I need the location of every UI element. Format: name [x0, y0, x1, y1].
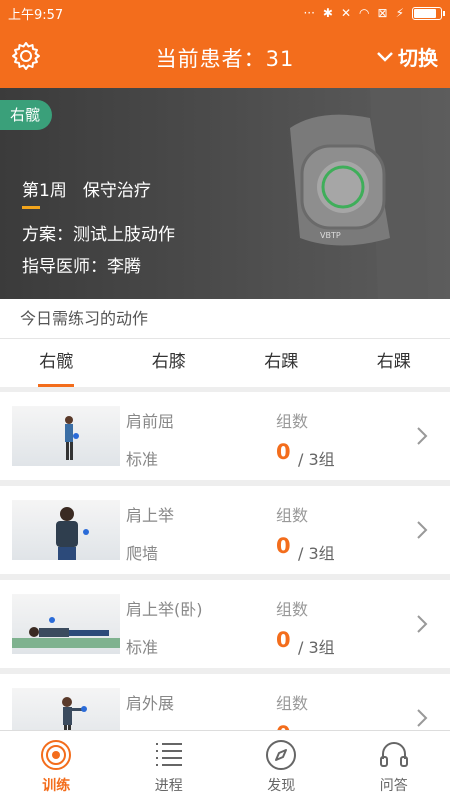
week-label: 第1周 [22, 181, 67, 201]
switch-label: 切换 [398, 46, 438, 70]
groups-done: 0 [276, 628, 291, 652]
app-header: 当前患者：31 切换 [0, 26, 450, 88]
progress-list-icon [155, 743, 182, 766]
exercise-type: 爬墙 [126, 544, 159, 563]
battery-fill [414, 8, 436, 18]
group-label: 组数 [276, 506, 309, 525]
groups-done: 0 [276, 440, 291, 464]
chevron-down-icon [377, 51, 393, 62]
doctor-text: 指导医师：李腾 [22, 257, 141, 277]
nav-label: 问答 [379, 778, 408, 794]
groups-total: / 3组 [298, 638, 335, 657]
exercise-item[interactable]: 肩前屈 标准 组数 0 / 3组 [0, 392, 450, 480]
tab-right-ankle[interactable]: 右踝 [225, 339, 338, 387]
week-treatment: 第1周 保守治疗 [22, 176, 151, 201]
joint-tag: 右髋 [0, 100, 53, 130]
exercise-type: 标准 [126, 638, 159, 657]
group-label: 组数 [276, 600, 309, 619]
section-title: 今日需练习的动作 [0, 299, 450, 339]
wearable-device-image: VBTP [290, 88, 428, 299]
chevron-right-icon [417, 615, 428, 633]
status-bar: 上午9:57 ··· ✱ ✕ ◠ ⊠ ⚡ [0, 0, 450, 26]
battery-icon [412, 6, 445, 20]
nav-training[interactable]: 训练 [0, 731, 113, 800]
switch-patient-button[interactable]: 切换 [376, 42, 438, 71]
wifi-icon: ◠ [359, 6, 370, 20]
treatment-label: 保守治疗 [82, 181, 151, 201]
nav-progress[interactable]: 进程 [113, 731, 226, 800]
bluetooth-icon: ✱ [322, 6, 333, 20]
exercise-list: 肩前屈 标准 组数 0 / 3组 肩上举 爬墙 组数 0 / 3组 肩上举(卧)… [0, 392, 450, 768]
groups-total: / 3组 [298, 450, 335, 469]
nav-qa[interactable]: 问答 [338, 731, 450, 800]
joint-tabs: 右髋 右膝 右踝 右踝 [0, 339, 450, 387]
status-icons: ··· ✱ ✕ ◠ ⊠ ⚡ [303, 6, 445, 20]
charging-icon: ⚡ [395, 6, 404, 20]
exercise-name: 肩外展 [126, 694, 175, 713]
exercise-name: 肩上举 [126, 506, 175, 525]
exercise-thumbnail [12, 406, 120, 466]
headset-icon [379, 742, 408, 767]
exercise-thumbnail [12, 500, 120, 560]
nav-label: 发现 [267, 778, 296, 794]
status-time: 上午9:57 [8, 7, 64, 23]
more-icon: ··· [303, 6, 315, 20]
exercise-type: 标准 [126, 450, 159, 469]
groups-done: 0 [276, 534, 291, 558]
exercise-item[interactable]: 肩上举 爬墙 组数 0 / 3组 [0, 486, 450, 574]
bottom-nav: 训练 进程 发现 问答 [0, 730, 450, 800]
nav-label: 训练 [42, 778, 71, 794]
chevron-right-icon [417, 709, 428, 727]
mute-icon: ✕ [340, 6, 352, 20]
tab-right-ankle-2[interactable]: 右踝 [338, 339, 450, 387]
exercise-name: 肩前屈 [126, 412, 175, 431]
compass-icon [266, 740, 297, 770]
device-brand: VBTP [320, 231, 341, 240]
exercise-thumbnail [12, 594, 120, 654]
exercise-name: 肩上举(卧) [126, 600, 203, 619]
group-label: 组数 [276, 412, 309, 431]
plan-banner[interactable]: VBTP 右髋 第1周 保守治疗 方案：测试上肢动作 指导医师：李腾 [0, 88, 450, 299]
nav-label: 进程 [154, 778, 183, 794]
group-label: 组数 [276, 694, 309, 713]
tab-right-knee[interactable]: 右膝 [113, 339, 226, 387]
groups-total: / 3组 [298, 544, 335, 563]
plan-text: 方案：测试上肢动作 [22, 225, 175, 245]
training-icon [41, 740, 72, 770]
week-underline [22, 206, 40, 209]
nav-discover[interactable]: 发现 [225, 731, 338, 800]
no-sim-icon: ⊠ [377, 6, 388, 20]
chevron-right-icon [417, 521, 428, 539]
tab-right-hip[interactable]: 右髋 [0, 339, 113, 387]
chevron-right-icon [417, 427, 428, 445]
exercise-item[interactable]: 肩上举(卧) 标准 组数 0 / 3组 [0, 580, 450, 668]
